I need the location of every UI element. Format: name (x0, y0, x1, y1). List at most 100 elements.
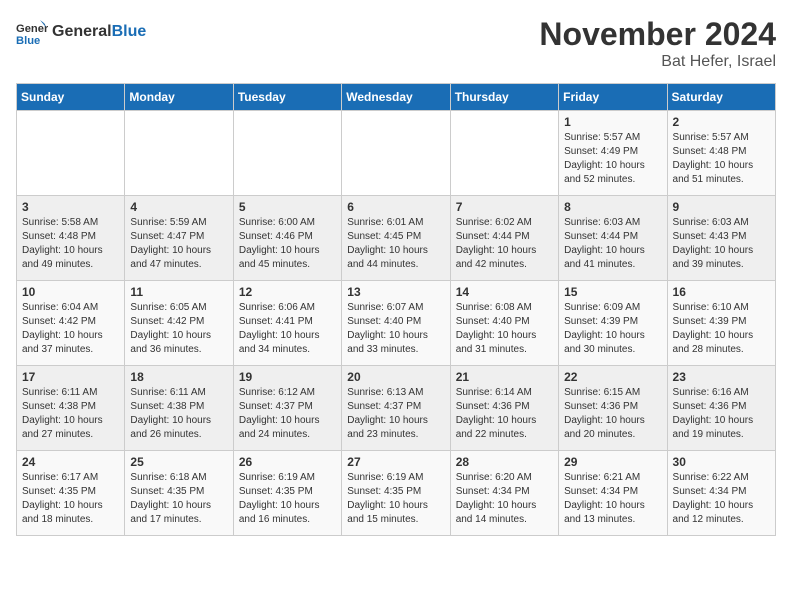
day-number: 20 (347, 370, 444, 384)
day-info: Sunrise: 5:58 AM Sunset: 4:48 PM Dayligh… (22, 216, 119, 272)
calendar-week-row: 17Sunrise: 6:11 AM Sunset: 4:38 PM Dayli… (17, 366, 776, 451)
day-info: Sunrise: 6:11 AM Sunset: 4:38 PM Dayligh… (22, 386, 119, 442)
weekday-header-cell: Friday (559, 84, 667, 111)
calendar-week-row: 10 Sunrise: 6:04 AM Sunset: 4:42 PM Dayli… (17, 281, 776, 366)
calendar-day-cell: 5 Sunrise: 6:00 AM Sunset: 4:46 PM Daylig… (233, 196, 341, 281)
calendar-day-cell: 26 Sunrise: 6:19 AM Sunset: 4:35 PM Dayli… (233, 451, 341, 536)
calendar-day-cell: 25Sunrise: 6:18 AM Sunset: 4:35 PM Dayli… (125, 451, 233, 536)
calendar-table: SundayMondayTuesdayWednesdayThursdayFrid… (16, 83, 776, 536)
day-number: 18 (130, 370, 227, 384)
day-info: Sunrise: 6:12 AM Sunset: 4:37 PM Dayligh… (239, 386, 336, 442)
day-info: Sunrise: 6:11 AM Sunset: 4:38 PM Dayligh… (130, 386, 227, 442)
day-info: Sunrise: 6:19 AM Sunset: 4:35 PM Dayligh… (347, 471, 444, 527)
day-info: Sunrise: 6:02 AM Sunset: 4:44 PM Dayligh… (456, 216, 553, 272)
title-block: November 2024 Bat Hefer, Israel (539, 16, 776, 71)
calendar-day-cell: 28 Sunrise: 6:20 AM Sunset: 4:34 PM Dayli… (450, 451, 558, 536)
calendar-day-cell: 13Sunrise: 6:07 AM Sunset: 4:40 PM Dayli… (342, 281, 450, 366)
calendar-day-cell: 6 Sunrise: 6:01 AM Sunset: 4:45 PM Daylig… (342, 196, 450, 281)
page-header: General Blue GeneralBlue November 2024 B… (16, 16, 776, 71)
day-number: 25 (130, 455, 227, 469)
calendar-day-cell: 22 Sunrise: 6:15 AM Sunset: 4:36 PM Dayli… (559, 366, 667, 451)
day-info: Sunrise: 6:06 AM Sunset: 4:41 PM Dayligh… (239, 301, 336, 357)
logo-icon: General Blue (16, 16, 48, 48)
day-info: Sunrise: 6:17 AM Sunset: 4:35 PM Dayligh… (22, 471, 119, 527)
calendar-day-cell (125, 111, 233, 196)
calendar-day-cell: 19 Sunrise: 6:12 AM Sunset: 4:37 PM Dayli… (233, 366, 341, 451)
calendar-day-cell (17, 111, 125, 196)
svg-text:General: General (16, 23, 48, 35)
day-number: 12 (239, 285, 336, 299)
day-info: Sunrise: 6:00 AM Sunset: 4:46 PM Dayligh… (239, 216, 336, 272)
day-number: 23 (673, 370, 770, 384)
calendar-day-cell: 11Sunrise: 6:05 AM Sunset: 4:42 PM Dayli… (125, 281, 233, 366)
day-info: Sunrise: 6:13 AM Sunset: 4:37 PM Dayligh… (347, 386, 444, 442)
day-number: 16 (673, 285, 770, 299)
calendar-day-cell: 2Sunrise: 5:57 AM Sunset: 4:48 PM Daylig… (667, 111, 775, 196)
day-info: Sunrise: 6:03 AM Sunset: 4:44 PM Dayligh… (564, 216, 661, 272)
day-info: Sunrise: 6:19 AM Sunset: 4:35 PM Dayligh… (239, 471, 336, 527)
calendar-day-cell: 16 Sunrise: 6:10 AM Sunset: 4:39 PM Dayli… (667, 281, 775, 366)
day-number: 4 (130, 200, 227, 214)
day-number: 14 (456, 285, 553, 299)
day-info: Sunrise: 6:10 AM Sunset: 4:39 PM Dayligh… (673, 301, 770, 357)
calendar-day-cell: 9 Sunrise: 6:03 AM Sunset: 4:43 PM Daylig… (667, 196, 775, 281)
weekday-header-cell: Wednesday (342, 84, 450, 111)
calendar-day-cell: 14 Sunrise: 6:08 AM Sunset: 4:40 PM Dayli… (450, 281, 558, 366)
day-number: 19 (239, 370, 336, 384)
calendar-day-cell: 1Sunrise: 5:57 AM Sunset: 4:49 PM Daylig… (559, 111, 667, 196)
day-number: 1 (564, 115, 661, 129)
calendar-day-cell (450, 111, 558, 196)
day-number: 5 (239, 200, 336, 214)
calendar-day-cell: 3Sunrise: 5:58 AM Sunset: 4:48 PM Daylig… (17, 196, 125, 281)
day-info: Sunrise: 6:05 AM Sunset: 4:42 PM Dayligh… (130, 301, 227, 357)
calendar-day-cell: 8Sunrise: 6:03 AM Sunset: 4:44 PM Daylig… (559, 196, 667, 281)
calendar-week-row: 1Sunrise: 5:57 AM Sunset: 4:49 PM Daylig… (17, 111, 776, 196)
location-title: Bat Hefer, Israel (539, 53, 776, 71)
day-info: Sunrise: 6:09 AM Sunset: 4:39 PM Dayligh… (564, 301, 661, 357)
day-info: Sunrise: 6:20 AM Sunset: 4:34 PM Dayligh… (456, 471, 553, 527)
day-number: 9 (673, 200, 770, 214)
calendar-body: 1Sunrise: 5:57 AM Sunset: 4:49 PM Daylig… (17, 111, 776, 536)
day-number: 22 (564, 370, 661, 384)
day-info: Sunrise: 6:03 AM Sunset: 4:43 PM Dayligh… (673, 216, 770, 272)
logo: General Blue GeneralBlue (16, 16, 146, 48)
logo-text-general: General (52, 23, 112, 40)
day-info: Sunrise: 6:04 AM Sunset: 4:42 PM Dayligh… (22, 301, 119, 357)
calendar-day-cell: 21Sunrise: 6:14 AM Sunset: 4:36 PM Dayli… (450, 366, 558, 451)
weekday-header-cell: Sunday (17, 84, 125, 111)
day-number: 29 (564, 455, 661, 469)
day-number: 27 (347, 455, 444, 469)
calendar-week-row: 3Sunrise: 5:58 AM Sunset: 4:48 PM Daylig… (17, 196, 776, 281)
day-number: 30 (673, 455, 770, 469)
calendar-week-row: 24 Sunrise: 6:17 AM Sunset: 4:35 PM Dayli… (17, 451, 776, 536)
day-info: Sunrise: 6:01 AM Sunset: 4:45 PM Dayligh… (347, 216, 444, 272)
day-number: 6 (347, 200, 444, 214)
calendar-day-cell: 7Sunrise: 6:02 AM Sunset: 4:44 PM Daylig… (450, 196, 558, 281)
day-number: 26 (239, 455, 336, 469)
weekday-header-cell: Tuesday (233, 84, 341, 111)
weekday-header-row: SundayMondayTuesdayWednesdayThursdayFrid… (17, 84, 776, 111)
calendar-day-cell (342, 111, 450, 196)
month-title: November 2024 (539, 16, 776, 53)
calendar-day-cell: 15Sunrise: 6:09 AM Sunset: 4:39 PM Dayli… (559, 281, 667, 366)
weekday-header-cell: Saturday (667, 84, 775, 111)
calendar-day-cell: 27 Sunrise: 6:19 AM Sunset: 4:35 PM Dayli… (342, 451, 450, 536)
day-number: 21 (456, 370, 553, 384)
day-number: 24 (22, 455, 119, 469)
day-number: 10 (22, 285, 119, 299)
day-info: Sunrise: 6:21 AM Sunset: 4:34 PM Dayligh… (564, 471, 661, 527)
day-info: Sunrise: 6:08 AM Sunset: 4:40 PM Dayligh… (456, 301, 553, 357)
calendar-day-cell: 20 Sunrise: 6:13 AM Sunset: 4:37 PM Dayli… (342, 366, 450, 451)
calendar-day-cell: 4Sunrise: 5:59 AM Sunset: 4:47 PM Daylig… (125, 196, 233, 281)
calendar-day-cell: 12 Sunrise: 6:06 AM Sunset: 4:41 PM Dayli… (233, 281, 341, 366)
calendar-day-cell: 29 Sunrise: 6:21 AM Sunset: 4:34 PM Dayli… (559, 451, 667, 536)
weekday-header-cell: Thursday (450, 84, 558, 111)
calendar-day-cell: 17Sunrise: 6:11 AM Sunset: 4:38 PM Dayli… (17, 366, 125, 451)
day-info: Sunrise: 6:22 AM Sunset: 4:34 PM Dayligh… (673, 471, 770, 527)
day-info: Sunrise: 6:15 AM Sunset: 4:36 PM Dayligh… (564, 386, 661, 442)
day-number: 13 (347, 285, 444, 299)
day-number: 28 (456, 455, 553, 469)
day-info: Sunrise: 5:57 AM Sunset: 4:48 PM Dayligh… (673, 131, 770, 187)
calendar-day-cell: 18 Sunrise: 6:11 AM Sunset: 4:38 PM Dayli… (125, 366, 233, 451)
day-info: Sunrise: 6:16 AM Sunset: 4:36 PM Dayligh… (673, 386, 770, 442)
